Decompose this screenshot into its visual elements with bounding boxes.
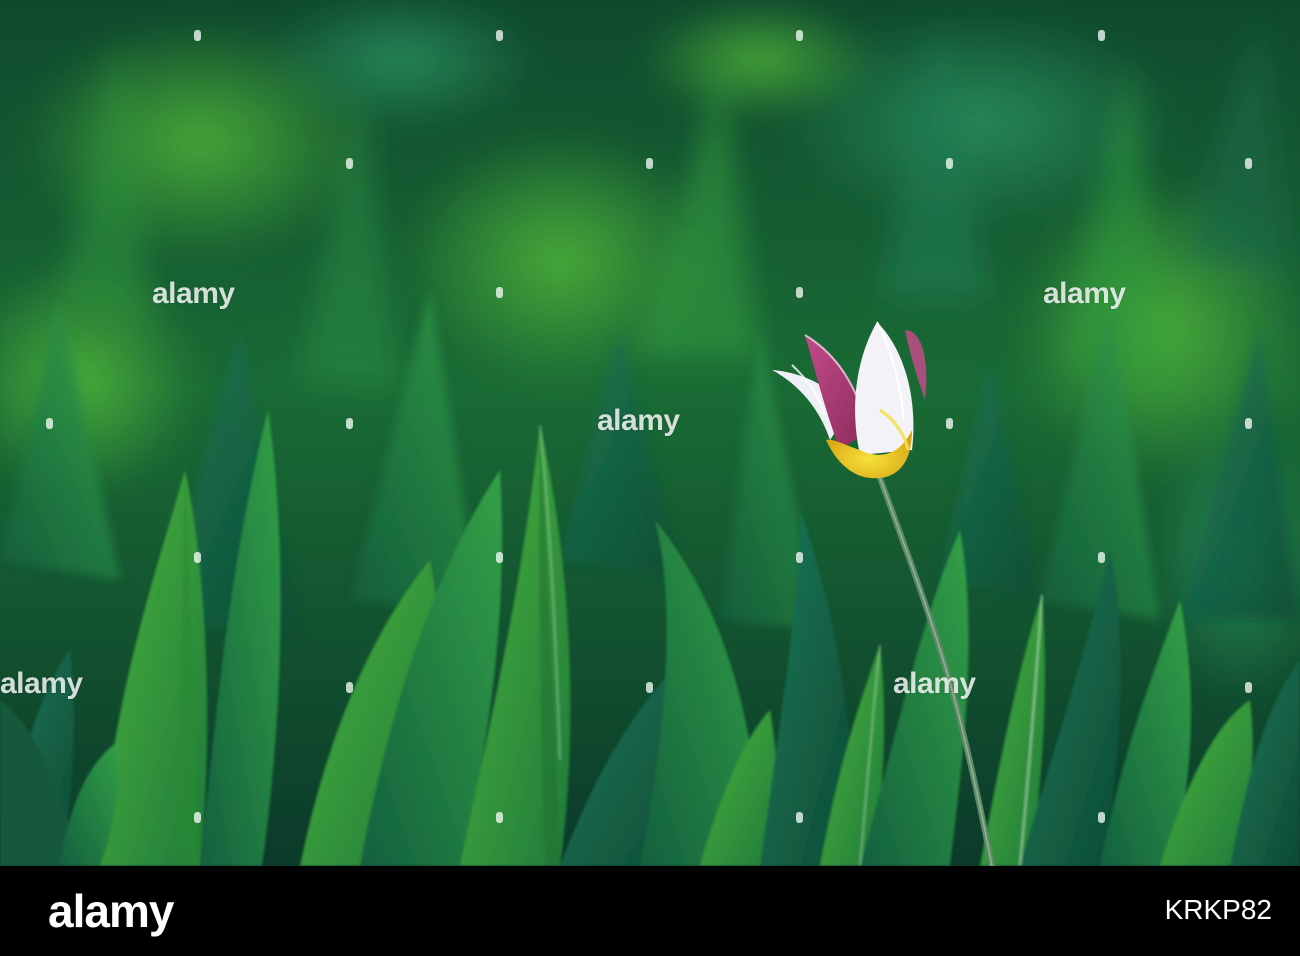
watermark-dot <box>946 418 953 429</box>
watermark-dot <box>496 812 503 823</box>
watermark-dot <box>946 158 953 169</box>
watermark-dot <box>496 287 503 298</box>
watermark-dot <box>1098 812 1105 823</box>
watermark-dot <box>796 30 803 41</box>
watermark-dot <box>646 158 653 169</box>
watermark-dot <box>1245 682 1252 693</box>
watermark-dot <box>496 552 503 563</box>
watermark-dot <box>796 812 803 823</box>
watermark-dot <box>194 30 201 41</box>
watermark-dot <box>796 552 803 563</box>
watermark-dot <box>194 552 201 563</box>
watermark-dot <box>1245 418 1252 429</box>
watermark-dot <box>1098 552 1105 563</box>
tulip-field-image <box>0 0 1300 866</box>
footer-bar: alamy KRKP82 <box>0 866 1300 956</box>
alamy-logo[interactable]: alamy <box>48 884 174 938</box>
watermark-dot <box>496 30 503 41</box>
watermark-dot <box>194 812 201 823</box>
image-id: KRKP82 <box>1164 894 1272 925</box>
photo-stage: alamy alamy alamy alamy alamy alamy KRKP… <box>0 0 1300 956</box>
watermark-dot <box>646 682 653 693</box>
tulip-photo: alamy alamy alamy alamy alamy <box>0 0 1300 866</box>
watermark-dot <box>346 682 353 693</box>
watermark-dot <box>796 287 803 298</box>
watermark-dot <box>46 418 53 429</box>
watermark-dot <box>346 158 353 169</box>
watermark-dot <box>1098 30 1105 41</box>
watermark-dot <box>346 418 353 429</box>
watermark-dot <box>1245 158 1252 169</box>
